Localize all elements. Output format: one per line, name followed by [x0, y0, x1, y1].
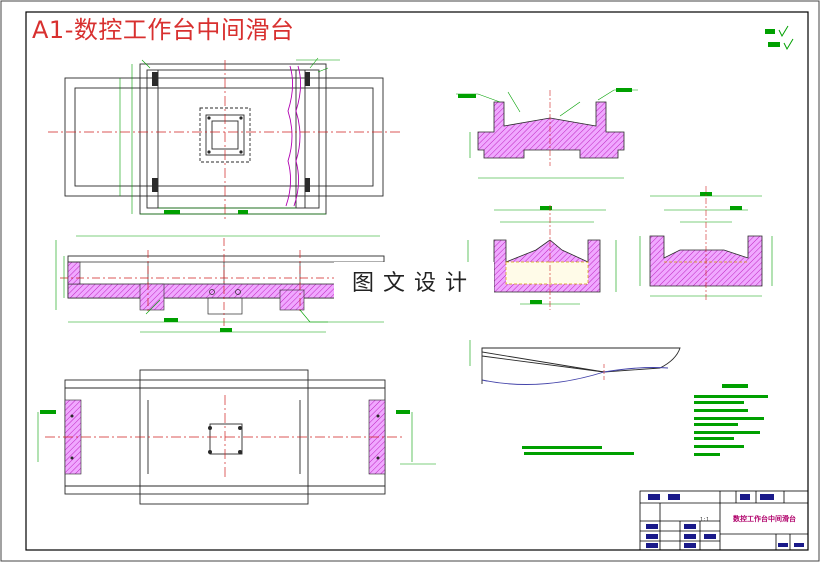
titleblock-part-name: 数控工作台中间滑台: [733, 515, 796, 523]
drawing-sheet: A1-数控工作台中间滑台 图文设计 1:1 数控工作台中间滑台: [0, 0, 820, 562]
drawing-title: A1-数控工作台中间滑台: [32, 16, 295, 44]
watermark-text: 图文设计: [351, 271, 476, 296]
roughness-symbol: [765, 25, 794, 51]
detail-view: [469, 340, 681, 385]
bottom-view-centerlines: [45, 395, 405, 480]
top-view-centerlines: [48, 60, 400, 222]
watermark-box: 图文设计: [334, 262, 494, 300]
titleblock-scale: 1:1: [700, 517, 710, 523]
technical-notes: [522, 384, 768, 456]
section-view-c: [639, 186, 773, 300]
top-view: [64, 63, 384, 215]
section-view-a: [456, 88, 638, 179]
